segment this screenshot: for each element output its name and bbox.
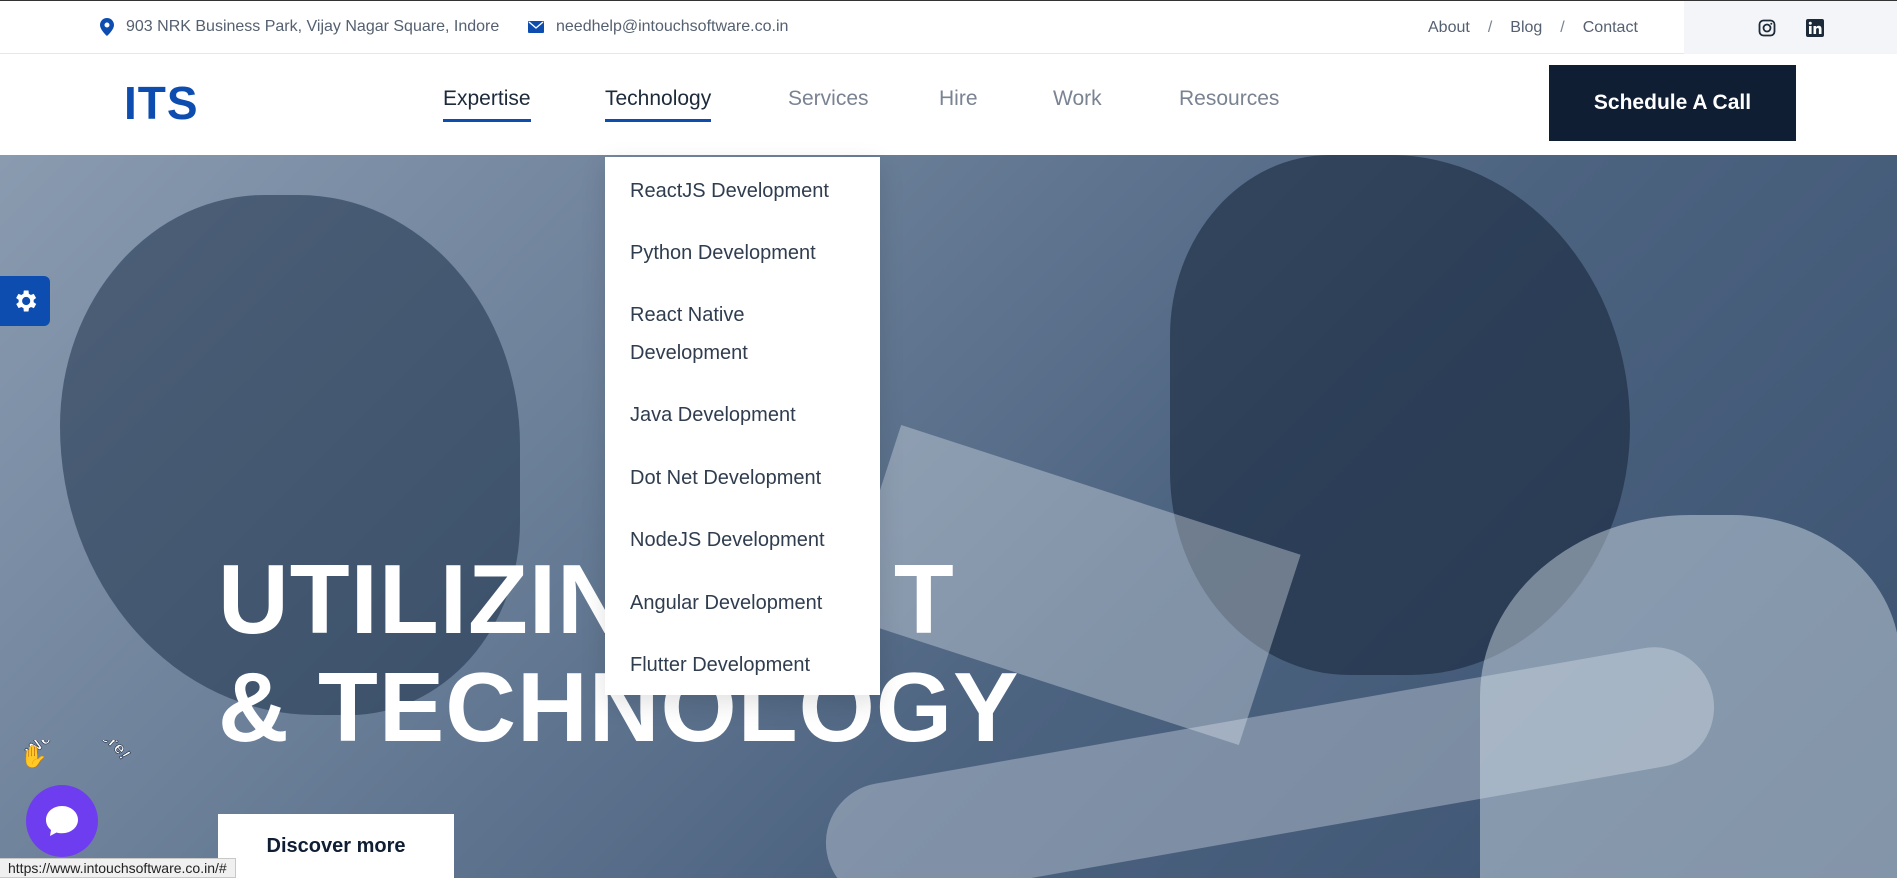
nav-item-hire[interactable]: Hire xyxy=(939,87,978,119)
hero-photo-person-bottom xyxy=(1480,515,1897,878)
nav-item-services[interactable]: Services xyxy=(788,87,869,119)
email-link[interactable]: needhelp@intouchsoftware.co.in xyxy=(556,18,788,36)
address-info: 903 NRK Business Park, Vijay Nagar Squar… xyxy=(100,18,499,36)
dropdown-item-react-native[interactable]: React Native Development xyxy=(630,296,790,372)
dropdown-item-reactjs[interactable]: ReactJS Development xyxy=(630,172,860,210)
chat-bubble-icon xyxy=(46,806,78,836)
mail-icon xyxy=(528,21,544,33)
nav-item-expertise[interactable]: Expertise xyxy=(443,87,531,122)
top-links: About / Blog / Contact xyxy=(1428,19,1638,37)
technology-dropdown: ReactJS Development Python Development R… xyxy=(605,157,880,695)
main-nav: ITS Expertise Technology Services Hire W… xyxy=(0,54,1897,155)
separator: / xyxy=(1487,19,1493,36)
dropdown-item-flutter[interactable]: Flutter Development xyxy=(630,646,860,684)
chat-widget-button[interactable] xyxy=(26,785,98,857)
wave-hand-icon: ✋ xyxy=(20,744,47,769)
blog-link[interactable]: Blog xyxy=(1510,19,1542,37)
dropdown-item-nodejs[interactable]: NodeJS Development xyxy=(630,521,860,559)
dropdown-item-python[interactable]: Python Development xyxy=(630,234,860,272)
nav-item-resources[interactable]: Resources xyxy=(1179,87,1279,119)
dropdown-item-angular[interactable]: Angular Development xyxy=(630,584,860,622)
nav-item-technology[interactable]: Technology xyxy=(605,87,712,122)
instagram-icon[interactable] xyxy=(1758,19,1776,37)
address-text: 903 NRK Business Park, Vijay Nagar Squar… xyxy=(126,18,500,35)
top-info-bar: 903 NRK Business Park, Vijay Nagar Squar… xyxy=(0,0,1897,54)
settings-toggle[interactable] xyxy=(0,276,50,326)
email-info[interactable]: needhelp@intouchsoftware.co.in xyxy=(528,18,788,36)
hero-section: UTILIZIN T & TECHNOLOGY Discover more xyxy=(0,155,1897,878)
location-pin-icon xyxy=(100,18,114,36)
contact-link[interactable]: Contact xyxy=(1583,19,1638,37)
linkedin-icon[interactable] xyxy=(1805,18,1824,37)
nav-item-work[interactable]: Work xyxy=(1053,87,1102,119)
dropdown-item-java[interactable]: Java Development xyxy=(630,396,860,434)
separator: / xyxy=(1560,19,1565,36)
about-link[interactable]: About xyxy=(1428,19,1470,37)
gear-icon xyxy=(16,290,37,312)
dropdown-item-dotnet[interactable]: Dot Net Development xyxy=(630,459,860,497)
logo[interactable]: ITS xyxy=(124,76,199,130)
schedule-call-button[interactable]: Schedule A Call xyxy=(1549,65,1796,141)
social-links xyxy=(1684,1,1897,54)
browser-status-url: https://www.intouchsoftware.co.in/# xyxy=(0,858,236,878)
discover-more-button[interactable]: Discover more xyxy=(218,814,454,878)
